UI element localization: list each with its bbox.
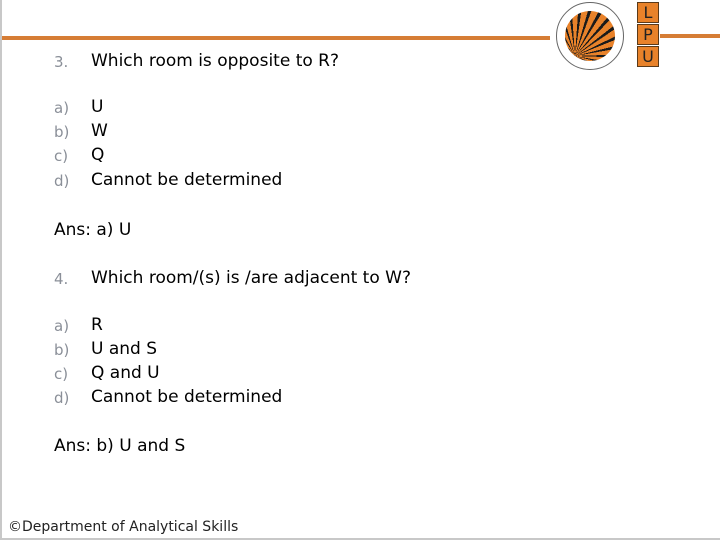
university-seal-logo [556, 2, 624, 70]
answer-text: Ans: b) U and S [54, 436, 186, 456]
option-text: W [91, 121, 108, 141]
question-text: Which room is opposite to R? [91, 51, 339, 71]
left-border [0, 0, 2, 540]
option-label: d) [54, 389, 70, 407]
logo-letter-l: L [637, 2, 659, 23]
logo-letter-p: P [637, 24, 659, 45]
option-text: Q and U [91, 363, 160, 383]
option-label: b) [54, 123, 70, 141]
option-label: c) [54, 365, 69, 383]
seal-rays-icon [565, 11, 615, 61]
logo-letter-u: U [637, 46, 659, 67]
option-text: Q [91, 145, 105, 165]
option-label: d) [54, 172, 70, 190]
option-text: U and S [91, 339, 158, 359]
header-rule-left [2, 36, 550, 40]
option-label: b) [54, 341, 70, 359]
option-text: R [91, 315, 103, 335]
option-label: c) [54, 147, 69, 165]
option-label: a) [54, 317, 70, 335]
question-number: 3. [54, 53, 69, 71]
header-rule-right [660, 34, 720, 38]
answer-text: Ans: a) U [54, 220, 132, 240]
option-text: Cannot be determined [91, 170, 283, 190]
option-label: a) [54, 99, 70, 117]
question-text: Which room/(s) is /are adjacent to W? [91, 268, 411, 288]
option-text: Cannot be determined [91, 387, 283, 407]
option-text: U [91, 97, 104, 117]
question-number: 4. [54, 270, 69, 288]
footer-copyright: ©Department of Analytical Skills [8, 519, 239, 535]
